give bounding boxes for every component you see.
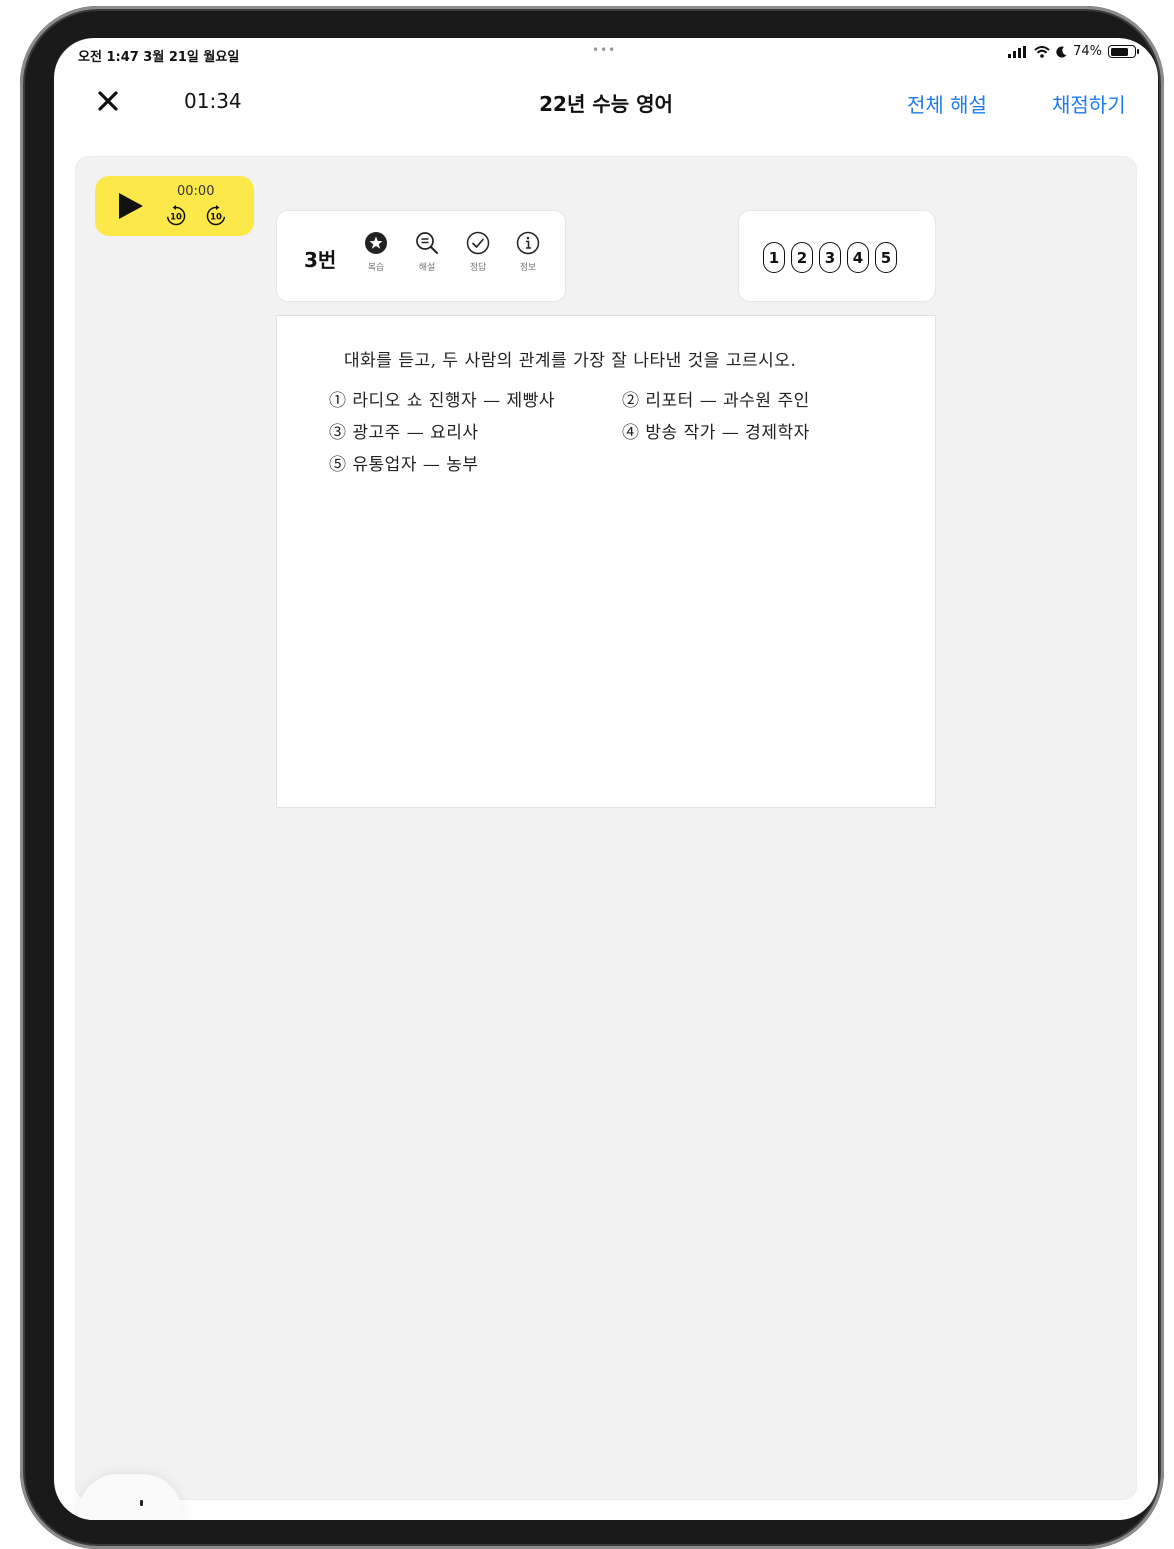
status-indicators: 74% bbox=[1008, 44, 1139, 59]
status-bar: 오전 1:47 3월 21일 월요일 ••• 74% bbox=[54, 38, 1158, 72]
option-1: ① 라디오 쇼 진행자 — 제빵사 bbox=[329, 391, 555, 411]
explanation-button[interactable]: 해설 bbox=[407, 231, 447, 291]
info-icon bbox=[516, 231, 540, 255]
wifi-icon bbox=[1034, 45, 1050, 58]
explanation-label: 해설 bbox=[418, 263, 436, 273]
answer-choices: 1 2 3 4 5 bbox=[763, 242, 897, 273]
status-time-date: 오전 1:47 3월 21일 월요일 bbox=[78, 50, 240, 65]
app-screen: 오전 1:47 3월 21일 월요일 ••• 74% 01:34 22년 수능 … bbox=[54, 38, 1158, 1520]
answer-choice-4[interactable]: 4 bbox=[847, 242, 869, 273]
handle-indicator bbox=[140, 1500, 143, 1506]
search-list-icon bbox=[416, 232, 438, 254]
play-icon[interactable] bbox=[117, 192, 145, 220]
answer-choice-3[interactable]: 3 bbox=[819, 242, 841, 273]
answer-choice-box: 1 2 3 4 5 bbox=[738, 210, 936, 302]
skip-back-label: 10 bbox=[170, 213, 182, 223]
content-panel: 00:00 10 10 3번 복습 해설 정답 정보 1 2 3 4 5 대화를… bbox=[75, 156, 1137, 1500]
option-3: ③ 광고주 — 요리사 bbox=[329, 423, 479, 443]
audio-time: 00:00 bbox=[177, 184, 215, 199]
grade-button[interactable]: 채점하기 bbox=[1052, 89, 1126, 118]
moon-icon bbox=[1056, 46, 1067, 58]
review-button[interactable]: 복습 bbox=[356, 231, 396, 291]
check-circle-icon bbox=[466, 231, 490, 255]
review-label: 복습 bbox=[367, 263, 385, 273]
answer-button[interactable]: 정답 bbox=[458, 231, 498, 291]
answer-choice-5[interactable]: 5 bbox=[875, 242, 897, 273]
answer-choice-2[interactable]: 2 bbox=[791, 242, 813, 273]
battery-percent: 74% bbox=[1073, 44, 1102, 59]
option-4: ④ 방송 작가 — 경제학자 bbox=[622, 423, 810, 443]
question-toolbar: 3번 복습 해설 정답 정보 bbox=[276, 210, 566, 302]
signal-icon bbox=[1008, 45, 1027, 58]
info-button[interactable]: 정보 bbox=[508, 231, 548, 291]
option-5: ⑤ 유통업자 — 농부 bbox=[329, 455, 479, 475]
multitasking-dots[interactable]: ••• bbox=[592, 43, 616, 57]
battery-icon bbox=[1108, 45, 1139, 58]
answer-label: 정답 bbox=[469, 263, 487, 273]
star-icon bbox=[365, 232, 387, 254]
audio-player[interactable]: 00:00 10 10 bbox=[95, 176, 254, 236]
skip-back-10-icon[interactable]: 10 bbox=[164, 204, 188, 228]
info-label: 정보 bbox=[519, 263, 537, 273]
page-title: 22년 수능 영어 bbox=[539, 92, 673, 116]
nav-bar: 01:34 22년 수능 영어 전체 해설 채점하기 bbox=[54, 72, 1158, 136]
skip-forward-10-icon[interactable]: 10 bbox=[204, 204, 228, 228]
question-number: 3번 bbox=[304, 248, 337, 272]
skip-forward-label: 10 bbox=[210, 213, 222, 223]
question-prompt: 대화를 듣고, 두 사람의 관계를 가장 잘 나타낸 것을 고르시오. bbox=[344, 351, 797, 371]
option-2: ② 리포터 — 과수원 주인 bbox=[622, 391, 810, 411]
question-sheet: 대화를 듣고, 두 사람의 관계를 가장 잘 나타낸 것을 고르시오. ① 라디… bbox=[276, 315, 936, 808]
full-solution-button[interactable]: 전체 해설 bbox=[907, 89, 987, 118]
answer-choice-1[interactable]: 1 bbox=[763, 242, 785, 273]
